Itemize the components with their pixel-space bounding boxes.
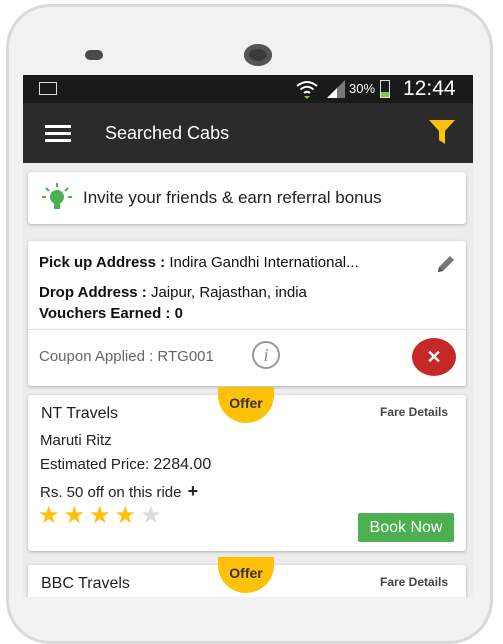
cab-name: BBC Travels (41, 575, 130, 592)
phone-speaker (85, 50, 103, 60)
status-bar: 30% 12:44 (23, 75, 473, 103)
signal-icon (327, 80, 345, 98)
cab-card: NT Travels Offer Fare Details Maruti Rit… (28, 387, 466, 551)
invite-text: Invite your friends & earn referral bonu… (83, 188, 382, 207)
discount-text: Rs. 50 off on this ride (40, 484, 182, 501)
menu-icon[interactable] (45, 125, 71, 142)
phone-camera (244, 44, 272, 66)
app-toolbar: Searched Cabs (23, 103, 473, 163)
cab-card: BBC Travels Offer Fare Details (28, 557, 466, 597)
pencil-icon[interactable] (436, 254, 456, 274)
book-now-button[interactable]: Book Now (358, 513, 454, 542)
plus-icon[interactable]: + (188, 481, 199, 501)
offer-badge[interactable]: Offer (218, 557, 274, 593)
vouchers-label: Vouchers Earned : (39, 305, 171, 322)
battery-icon (380, 80, 390, 98)
booking-summary-card: Pick up Address : Indira Gandhi Internat… (28, 241, 466, 386)
invite-banner[interactable]: Invite your friends & earn referral bonu… (28, 172, 466, 224)
estimated-price-row: Estimated Price: 2284.00 (40, 456, 211, 474)
coupon-applied: Coupon Applied : RTG001 (39, 348, 214, 365)
rating-stars: ★★★★★ (38, 501, 166, 530)
star-icon: ★ (140, 502, 166, 529)
cab-name: NT Travels (41, 405, 119, 422)
discount-row: Rs. 50 off on this ride + (40, 481, 198, 502)
car-model: Maruti Ritz (40, 432, 112, 449)
image-icon (39, 82, 57, 95)
app-screen: 30% 12:44 Searched Cabs Invite your frie… (23, 75, 473, 597)
pickup-label: Pick up Address : (39, 254, 166, 271)
offer-label: Offer (229, 395, 263, 411)
battery-percent: 30% (349, 81, 376, 96)
star-icon: ★ (38, 502, 64, 529)
close-icon[interactable]: ✕ (412, 338, 456, 376)
page-title: Searched Cabs (105, 123, 230, 143)
offer-label: Offer (229, 565, 263, 581)
vouchers-row: Vouchers Earned : 0 (39, 305, 183, 322)
pickup-row: Pick up Address : Indira Gandhi Internat… (39, 254, 359, 271)
drop-value: Jaipur, Rajasthan, india (150, 284, 307, 301)
bulb-icon (42, 183, 72, 209)
info-icon[interactable]: i (252, 341, 280, 369)
drop-label: Drop Address : (39, 284, 147, 301)
wifi-icon (296, 81, 318, 99)
price-label: Estimated Price: (40, 456, 150, 473)
drop-row: Drop Address : Jaipur, Rajasthan, india (39, 284, 307, 301)
star-icon: ★ (63, 502, 90, 529)
fare-details-link[interactable]: Fare Details (380, 405, 448, 419)
offer-badge[interactable]: Offer (218, 387, 274, 423)
star-icon: ★ (89, 502, 115, 529)
fare-details-link[interactable]: Fare Details (380, 575, 448, 589)
clock: 12:44 (403, 77, 456, 100)
star-icon: ★ (114, 502, 141, 529)
filter-icon[interactable] (429, 120, 455, 144)
vouchers-value: 0 (174, 305, 183, 322)
divider (28, 329, 466, 330)
price-value: 2284.00 (153, 456, 212, 473)
pickup-value: Indira Gandhi International... (169, 254, 359, 271)
